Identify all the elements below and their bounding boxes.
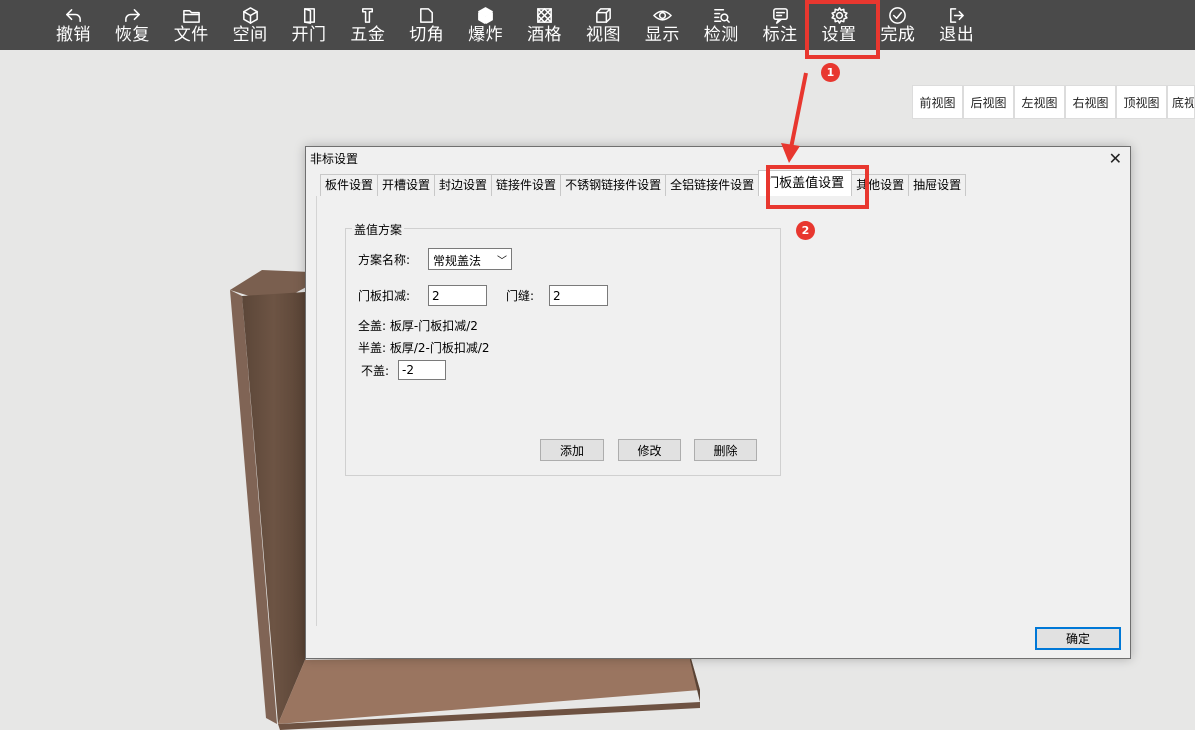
toolbar-display-label: 显示 (644, 25, 680, 45)
wine-rack-icon (535, 5, 555, 25)
half-cover-formula: 半盖: 板厚/2-门板扣减/2 (358, 341, 490, 355)
chevron-down-icon: ﹀ (497, 256, 507, 267)
toolbar-file-button[interactable]: 文件 (162, 0, 221, 50)
door-icon (299, 5, 319, 25)
scheme-name-label: 方案名称: (358, 253, 411, 267)
toolbar-redo-label: 恢复 (114, 25, 150, 45)
toolbar-explode-label: 爆炸 (468, 25, 504, 45)
full-cover-formula: 全盖: 板厚-门板扣减/2 (358, 319, 478, 333)
no-cover-input[interactable] (398, 360, 446, 380)
hardware-icon (358, 5, 378, 25)
tab-drawer-settings[interactable]: 抽屉设置 (908, 174, 967, 196)
toolbar-space-label: 空间 (232, 25, 268, 45)
eye-icon (652, 5, 672, 25)
dialog-title: 非标设置 (310, 152, 359, 166)
tab-groove-settings[interactable]: 开槽设置 (377, 174, 436, 196)
toolbar-hardware-label: 五金 (350, 25, 386, 45)
cube-icon (240, 5, 260, 25)
check-circle-icon (888, 5, 908, 25)
step-1-badge: 1 (821, 63, 840, 82)
step-2-badge: 2 (796, 221, 815, 240)
scheme-name-select[interactable]: 常规盖法 ﹀ (428, 248, 512, 270)
toolbar-wine-rack-label: 酒格 (527, 25, 563, 45)
toolbar-view-label: 视图 (585, 25, 621, 45)
cover-scheme-group: 盖值方案 方案名称: 常规盖法 ﹀ 门板扣减: 门缝: 全盖: 板厚-门板扣减/… (345, 221, 781, 476)
right-view-button[interactable]: 右视图 (1065, 85, 1116, 119)
door-deduct-label: 门板扣减: (358, 289, 411, 303)
tab-panel-settings[interactable]: 板件设置 (320, 174, 379, 196)
toolbar-display-button[interactable]: 显示 (633, 0, 692, 50)
toolbar-file-label: 文件 (173, 25, 209, 45)
bottom-view-button[interactable]: 底视图 (1167, 85, 1195, 119)
ok-button[interactable]: 确定 (1035, 627, 1121, 650)
settings-highlight-box (805, 0, 880, 59)
left-view-button[interactable]: 左视图 (1014, 85, 1065, 119)
door-cover-tab-highlight-box (766, 165, 869, 209)
toolbar-undo-button[interactable]: 撤销 (44, 0, 103, 50)
toolbar-exit-label: 退出 (939, 25, 975, 45)
annotate-icon (770, 5, 790, 25)
corner-cut-icon (417, 5, 437, 25)
toolbar-redo-button[interactable]: 恢复 (103, 0, 162, 50)
toolbar-wine-rack-button[interactable]: 酒格 (515, 0, 574, 50)
main-toolbar: 撤销 恢复 文件 空间 开门 五金 切角 爆炸 酒格 视图 显示 检测 标注 设… (0, 0, 1195, 50)
toolbar-finish-label: 完成 (880, 25, 916, 45)
folder-icon (181, 5, 201, 25)
delete-button[interactable]: 删除 (694, 439, 757, 461)
toolbar-annotate-label: 标注 (762, 25, 798, 45)
toolbar-door-label: 开门 (291, 25, 327, 45)
group-title: 盖值方案 (352, 221, 405, 238)
toolbar-door-button[interactable]: 开门 (280, 0, 339, 50)
toolbar-corner-cut-button[interactable]: 切角 (397, 0, 456, 50)
toolbar-corner-cut-label: 切角 (409, 25, 445, 45)
undo-icon (63, 5, 83, 25)
toolbar-annotate-button[interactable]: 标注 (751, 0, 810, 50)
tab-connector-settings[interactable]: 链接件设置 (491, 174, 562, 196)
view-cube-icon (593, 5, 613, 25)
toolbar-undo-label: 撤销 (55, 25, 91, 45)
exit-icon (947, 5, 967, 25)
toolbar-explode-button[interactable]: 爆炸 (456, 0, 515, 50)
toolbar-space-button[interactable]: 空间 (221, 0, 280, 50)
no-cover-label: 不盖: (361, 364, 390, 378)
view-buttons: 前视图 后视图 左视图 右视图 顶视图 底视图 (912, 85, 1195, 119)
door-gap-label: 门缝: (506, 289, 535, 303)
redo-icon (122, 5, 142, 25)
add-button[interactable]: 添加 (540, 439, 604, 461)
tab-stainless-connector-settings[interactable]: 不锈钢链接件设置 (560, 174, 667, 196)
scheme-name-value: 常规盖法 (433, 254, 482, 268)
toolbar-view-button[interactable]: 视图 (574, 0, 633, 50)
close-icon[interactable]: ✕ (1109, 149, 1122, 168)
front-view-button[interactable]: 前视图 (912, 85, 963, 119)
toolbar-inspect-label: 检测 (703, 25, 739, 45)
inspect-icon (711, 5, 731, 25)
back-view-button[interactable]: 后视图 (963, 85, 1014, 119)
door-gap-input[interactable] (549, 285, 608, 306)
nonstandard-settings-dialog: 非标设置 ✕ 板件设置 开槽设置 封边设置 链接件设置 不锈钢链接件设置 全铝链… (305, 146, 1131, 659)
tab-edge-settings[interactable]: 封边设置 (434, 174, 493, 196)
toolbar-inspect-button[interactable]: 检测 (692, 0, 751, 50)
door-deduct-input[interactable] (428, 285, 487, 306)
toolbar-exit-button[interactable]: 退出 (927, 0, 986, 50)
top-view-button[interactable]: 顶视图 (1116, 85, 1167, 119)
edit-button[interactable]: 修改 (618, 439, 681, 461)
explode-icon (476, 5, 496, 25)
toolbar-hardware-button[interactable]: 五金 (338, 0, 397, 50)
tab-aluminum-connector-settings[interactable]: 全铝链接件设置 (665, 174, 760, 196)
